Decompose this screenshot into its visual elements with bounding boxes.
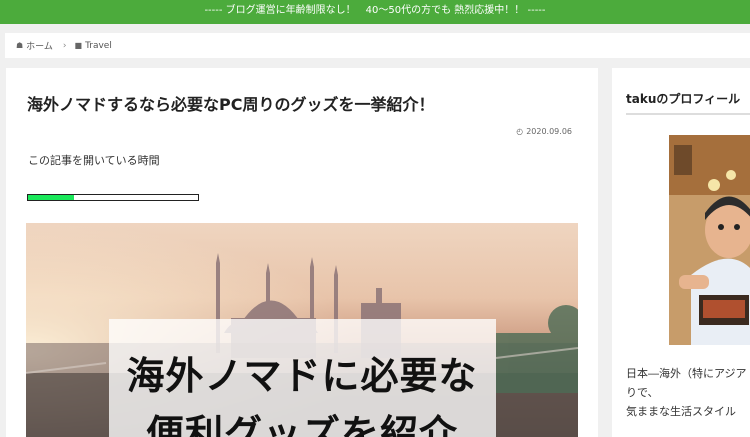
reading-time-label: この記事を開いている時間 — [28, 154, 160, 167]
post-date-text: 2020.09.06 — [526, 127, 572, 136]
home-icon: ☗ — [16, 41, 24, 50]
article-title: 海外ノマドするなら必要なPC周りのグッズを一挙紹介！ — [27, 95, 435, 114]
profile-bio: 日本―海外（特にアジア りで、 気ままな生活スタイル — [626, 364, 750, 421]
post-date: ◴ 2020.09.06 — [516, 127, 572, 136]
breadcrumb: ☗ ホーム › ■ Travel — [5, 33, 750, 58]
announcement-text: ----- ブログ運営に年齢制限なし！ 40〜50代の方でも 熱烈応援中！！ -… — [204, 5, 546, 16]
bio-line: 日本―海外（特にアジア — [626, 367, 747, 380]
clock-icon: ◴ — [516, 127, 524, 136]
profile-avatar — [669, 135, 750, 345]
reading-progress-bar — [27, 194, 199, 201]
bio-line: りで、 — [626, 386, 659, 399]
announcement-bar: ----- ブログ運営に年齢制限なし！ 40〜50代の方でも 熱烈応援中！！ -… — [0, 0, 750, 24]
chevron-right-icon: › — [62, 40, 67, 51]
bio-line: 気ままな生活スタイル — [626, 405, 736, 418]
profile-heading: takuのプロフィール — [626, 90, 750, 115]
hero-heading-line2: 便利グッズを紹介 — [145, 412, 458, 437]
hero-image: 海外ノマドに必要な 便利グッズを紹介 — [26, 223, 578, 437]
folder-icon: ■ — [74, 41, 83, 50]
avatar-illustration — [669, 135, 750, 345]
sidebar: takuのプロフィール 日本―海外（特にアジア りで、 気ままな生活スタイル — [612, 68, 750, 437]
breadcrumb-home-link[interactable]: ホーム — [26, 39, 53, 52]
article-card: 海外ノマドするなら必要なPC周りのグッズを一挙紹介！ ◴ 2020.09.06 こ… — [6, 68, 598, 437]
hero-heading-line1: 海外ノマドに必要な — [126, 354, 478, 398]
breadcrumb-category-link[interactable]: Travel — [85, 41, 112, 51]
reading-progress-fill — [28, 195, 74, 200]
